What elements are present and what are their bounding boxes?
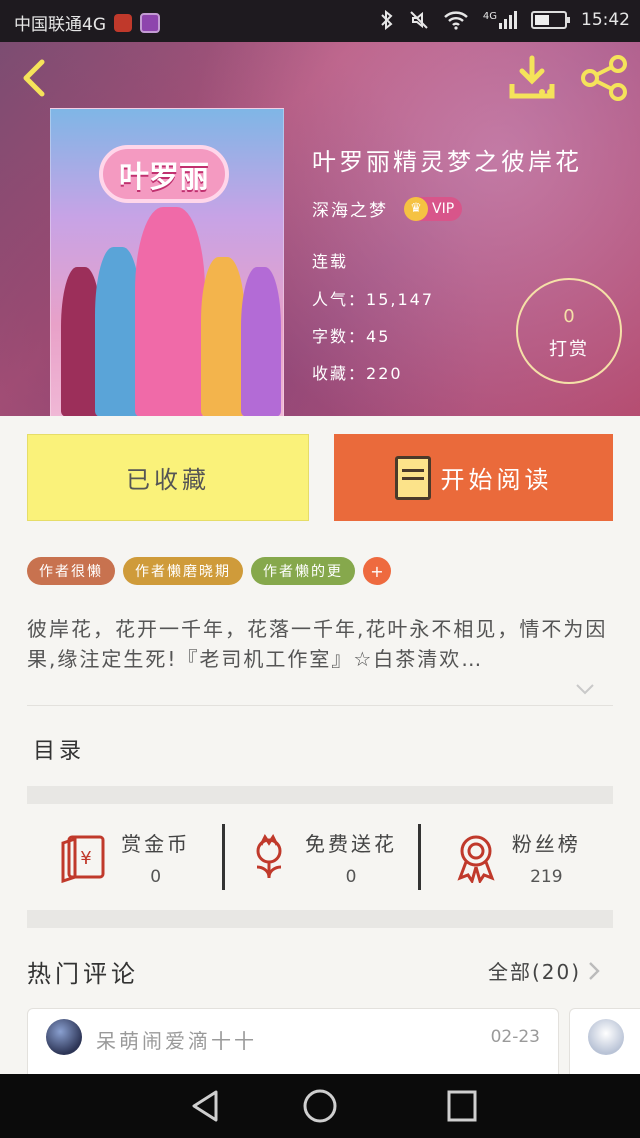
medal-icon xyxy=(457,835,495,883)
fan-ranking-stat[interactable]: 粉丝榜 219 xyxy=(417,804,613,910)
book-description[interactable]: 彼岸花，花开一千年，花落一千年,花叶永不相见，情不为因果,缘注定生死!『老司机工… xyxy=(27,614,613,674)
add-tag-button[interactable]: + xyxy=(363,557,391,585)
collected-label: 已收藏 xyxy=(126,466,210,494)
coin-reward-stat[interactable]: ¥ 赏金币 0 xyxy=(27,804,222,910)
word-count-label: 字数： xyxy=(312,327,367,346)
system-navigation-bar xyxy=(0,1074,640,1138)
chevron-right-icon xyxy=(589,961,600,980)
mute-icon xyxy=(410,11,428,29)
bluetooth-icon xyxy=(381,10,393,30)
free-flower-value: 0 xyxy=(345,866,357,887)
book-icon xyxy=(394,455,431,500)
popularity-stat: 人气：15,147 xyxy=(312,286,434,310)
network-type-label: 4G xyxy=(482,11,497,22)
tag-item[interactable]: 作者很懒 xyxy=(27,557,115,585)
start-reading-label: 开始阅读 xyxy=(440,466,553,494)
recents-nav-icon[interactable] xyxy=(442,1088,482,1124)
start-reading-button[interactable]: 开始阅读 xyxy=(334,434,613,521)
download-button[interactable] xyxy=(506,54,558,102)
crown-icon: ♛ xyxy=(404,196,428,221)
svg-text:¥: ¥ xyxy=(80,848,91,869)
word-count-stat: 字数：45 xyxy=(312,323,390,347)
collected-button[interactable]: 已收藏 xyxy=(27,434,309,521)
book-title: 叶罗丽精灵梦之彼岸花 xyxy=(312,148,582,176)
favorites-stat: 收藏：220 xyxy=(312,360,403,384)
all-comments-label: 全部(20) xyxy=(488,960,582,984)
coin-reward-value: 0 xyxy=(150,866,162,887)
book-cover[interactable]: 叶罗丽 xyxy=(50,108,284,416)
popularity-value: 15,147 xyxy=(366,290,434,309)
table-of-contents-link[interactable]: 目录 xyxy=(33,733,85,765)
red-envelope-icon: ¥ xyxy=(61,835,105,883)
fan-ranking-value: 219 xyxy=(530,866,563,887)
all-comments-link[interactable]: 全部(20) xyxy=(488,956,601,985)
wifi-icon xyxy=(444,11,468,30)
vip-label: VIP xyxy=(432,200,455,217)
support-stats: ¥ 赏金币 0 免费送花 0 粉丝榜 219 xyxy=(27,804,613,910)
back-nav-icon[interactable] xyxy=(186,1088,226,1124)
back-button[interactable] xyxy=(14,56,54,100)
battery-icon xyxy=(531,11,570,29)
cover-logo: 叶罗丽 xyxy=(99,145,229,203)
clock: 15:42 xyxy=(581,10,630,30)
book-header: 叶罗丽 叶罗丽精灵梦之彼岸花 深海之梦 ♛ VIP 连载 人气：15,147 字… xyxy=(0,42,640,416)
comment-user-name: 呆萌闹爱滴十十 xyxy=(96,1029,257,1053)
word-count-value: 45 xyxy=(366,327,391,346)
cover-figure xyxy=(241,267,281,416)
divider xyxy=(27,705,613,706)
author-row: 深海之梦 ♛ VIP xyxy=(312,196,463,221)
carrier-label: 中国联通4G xyxy=(14,15,106,35)
serial-status: 连载 xyxy=(312,252,349,271)
reward-label: 打赏 xyxy=(549,339,589,360)
cell-signal-icon: 4G xyxy=(483,11,517,29)
fan-ranking-label: 粉丝榜 xyxy=(511,831,581,856)
status-bar: 中国联通4G 4G 15:42 xyxy=(0,0,640,42)
hot-comments-title: 热门评论 xyxy=(27,960,139,988)
tag-list: 作者很懒 作者懒磨晓期 作者懒的更 + xyxy=(27,557,391,585)
share-button[interactable] xyxy=(578,54,630,102)
flower-icon xyxy=(256,834,282,878)
tag-item[interactable]: 作者懒磨晓期 xyxy=(123,557,243,585)
section-separator xyxy=(27,910,613,928)
reward-count: 0 xyxy=(563,306,575,327)
notification-app-icon xyxy=(114,13,132,32)
vip-badge: ♛ VIP xyxy=(404,196,463,221)
section-separator xyxy=(27,786,613,804)
favorites-label: 收藏： xyxy=(312,364,367,383)
favorites-value: 220 xyxy=(366,364,403,383)
home-nav-icon[interactable] xyxy=(300,1088,340,1124)
gallery-notification-icon xyxy=(140,12,160,33)
popularity-label: 人气： xyxy=(312,290,367,309)
free-flower-label: 免费送花 xyxy=(304,831,397,856)
free-flower-stat[interactable]: 免费送花 0 xyxy=(222,804,417,910)
chevron-down-icon[interactable] xyxy=(574,678,596,700)
avatar[interactable] xyxy=(46,1019,82,1055)
coin-reward-label: 赏金币 xyxy=(121,831,191,856)
avatar[interactable] xyxy=(588,1019,624,1055)
cover-figure xyxy=(135,207,205,416)
cover-figure xyxy=(201,257,245,416)
comment-date: 02-23 xyxy=(490,1027,540,1047)
tag-item[interactable]: 作者懒的更 xyxy=(251,557,355,585)
author-name[interactable]: 深海之梦 xyxy=(312,196,388,221)
reward-button[interactable]: 0 打赏 xyxy=(516,278,622,384)
